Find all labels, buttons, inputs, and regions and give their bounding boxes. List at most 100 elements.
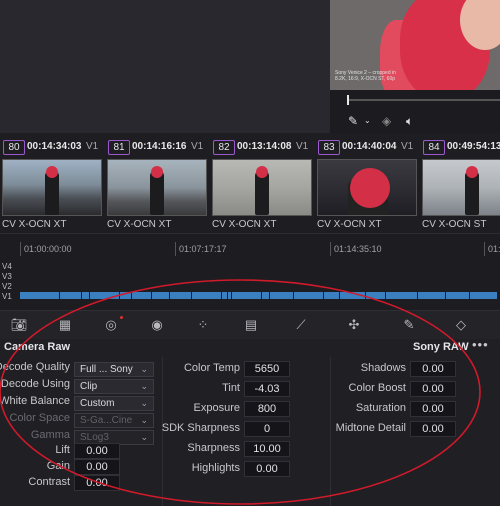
dropdown-select: S-Ga...Cine ⌄ [74, 413, 154, 428]
curves-icon[interactable]: ⟋ [290, 316, 312, 334]
timeline-clip-segment[interactable] [366, 292, 386, 299]
value-field[interactable]: 0.00 [410, 361, 456, 377]
chevron-down-icon: ⌄ [140, 381, 148, 391]
scrub-bar[interactable] [348, 99, 500, 101]
value-field[interactable]: 0 [244, 421, 290, 437]
value-field[interactable]: 0.00 [410, 421, 456, 437]
ruler-tick [330, 242, 331, 256]
dropdown-select[interactable]: Clip ⌄ [74, 379, 154, 394]
clip-codec-label: CV X-OCN ST [422, 219, 487, 230]
clip-number: 80 [3, 140, 25, 155]
subject-hair [256, 166, 268, 178]
clip-thumbnail-image[interactable] [2, 159, 102, 216]
motion-effects-icon[interactable]: ▤ [240, 316, 262, 334]
ruler-timecode: 01:07:17:17 [179, 244, 227, 254]
color-toolbar: 📷︎ ▦ ◎ ◉ ⁘ ▤ ⟋ ✣ ✎ ◇ [0, 310, 500, 340]
timeline-clip-segment[interactable] [90, 292, 120, 299]
timeline-clip-segment[interactable] [418, 292, 446, 299]
clip-thumbnail-card[interactable]: 81 00:14:16:16 V1 CV X-OCN XT [105, 133, 209, 233]
timeline-clip-segment[interactable] [386, 292, 418, 299]
clip-thumbnail-card[interactable]: 83 00:14:40:04 V1 CV X-OCN XT [315, 133, 419, 233]
qualifier-icon[interactable]: ✎ [398, 316, 420, 334]
clip-thumbnail-image[interactable] [212, 159, 312, 216]
playhead[interactable] [347, 95, 349, 105]
speaker-icon[interactable]: 🔈︎ [406, 114, 413, 128]
clip-thumbnail-image[interactable] [317, 159, 417, 216]
value-field[interactable]: 0.00 [74, 443, 120, 459]
value-field[interactable]: 0.00 [244, 461, 290, 477]
field-label: White Balance [0, 395, 70, 407]
clip-header: 83 00:14:40:04 V1 [315, 139, 419, 155]
hdr-wheels-icon[interactable]: ◉ [146, 316, 168, 334]
track-label: V2 [2, 282, 12, 291]
timeline-clip-segment[interactable] [60, 292, 82, 299]
color-match-icon[interactable]: ▦ [54, 316, 76, 334]
rgb-mixer-icon[interactable]: ⁘ [192, 316, 214, 334]
timeline-clip-segment[interactable] [340, 292, 366, 299]
chevron-down-icon[interactable]: ⌄ [364, 114, 371, 128]
timeline-clip-segment[interactable] [120, 292, 132, 299]
mini-timeline: 01:00:00:00 01:07:17:17 01:14:35:10 01:2… [0, 233, 500, 311]
v1-track-lane[interactable] [20, 292, 498, 299]
value-field[interactable]: 5650 [244, 361, 290, 377]
clip-thumbnail-card[interactable]: 80 00:14:34:03 V1 CV X-OCN XT [0, 133, 104, 233]
field-label: Exposure [193, 402, 240, 414]
timeline-clip-segment[interactable] [324, 292, 340, 299]
field-label: Lift [55, 444, 70, 456]
clip-codec-label: CV X-OCN XT [317, 219, 382, 230]
clip-timecode: 00:14:16:16 [132, 141, 187, 152]
timeline-clip-segment[interactable] [152, 292, 170, 299]
field-label: Shadows [360, 362, 406, 374]
eyedropper-icon[interactable]: ✎ [348, 114, 358, 128]
clip-timecode: 00:14:34:03 [27, 141, 82, 152]
clip-number: 81 [108, 140, 130, 155]
clip-thumbnail-card[interactable]: 82 00:13:14:08 V1 CV X-OCN XT [210, 133, 314, 233]
value-field[interactable]: 0.00 [74, 475, 120, 491]
field-label: SDK Sharpness [161, 422, 240, 434]
timeline-clip-segment[interactable] [294, 292, 324, 299]
timeline-clip-segment[interactable] [232, 292, 262, 299]
value-field[interactable]: 0.00 [410, 401, 456, 417]
timeline-clip-segment[interactable] [192, 292, 222, 299]
clip-timecode: 00:13:14:08 [237, 141, 292, 152]
timeline-clip-segment[interactable] [132, 292, 152, 299]
value-field[interactable]: 0.00 [74, 459, 120, 475]
clip-thumbnail-image[interactable] [107, 159, 207, 216]
field-label: Color Boost [348, 382, 406, 394]
timeline-clip-segment[interactable] [446, 292, 470, 299]
dropdown-select[interactable]: Full ... Sony ⌄ [74, 362, 154, 377]
timeline-clip-segment[interactable] [20, 292, 60, 299]
clip-codec-label: CV X-OCN XT [2, 219, 67, 230]
timeline-clip-segment[interactable] [170, 292, 192, 299]
more-options-icon[interactable]: ••• [472, 337, 489, 352]
panel-title: Camera Raw [4, 341, 71, 353]
window-icon[interactable]: ◇ [450, 316, 472, 334]
viewer-image: Sony Venice 2 – cropped in 8.2K, 16:9, X… [330, 0, 500, 90]
clip-thumbnail-image[interactable] [422, 159, 500, 216]
field-label: Decode Using [0, 378, 70, 390]
clip-codec-label: CV X-OCN XT [107, 219, 172, 230]
color-warper-icon[interactable]: ✣ [343, 316, 365, 334]
value-field[interactable]: 0.00 [410, 381, 456, 397]
field-label: Color Space [9, 412, 70, 424]
value-field[interactable]: 10.00 [244, 441, 290, 457]
value-field[interactable]: 800 [244, 401, 290, 417]
clip-strip: 80 00:14:34:03 V1 CV X-OCN XT 81 00:14:16:16 V… [0, 133, 500, 233]
timeline-clip-segment[interactable] [262, 292, 270, 299]
timeline-clip-segment[interactable] [270, 292, 294, 299]
clip-thumbnail-card[interactable]: 84 00:49:54:13 CV X-OCN ST [420, 133, 500, 233]
timeline-clip-segment[interactable] [82, 292, 90, 299]
value-field[interactable]: -4.03 [244, 381, 290, 397]
clip-header: 82 00:13:14:08 V1 [210, 139, 314, 155]
layers-icon[interactable]: ◈ [382, 114, 391, 128]
color-wheels-icon[interactable]: ◎ [100, 316, 122, 334]
modified-indicator-icon [120, 316, 123, 319]
timeline-clip-segment[interactable] [470, 292, 498, 299]
dropdown-select[interactable]: Custom ⌄ [74, 396, 154, 411]
camera-raw-icon[interactable]: 📷︎ [8, 316, 30, 334]
subject-hair [466, 166, 478, 178]
chevron-down-icon: ⌄ [140, 364, 148, 374]
clip-number: 83 [318, 140, 340, 155]
clip-track: V1 [86, 141, 99, 152]
ruler-timecode: 01:2 [488, 244, 500, 254]
